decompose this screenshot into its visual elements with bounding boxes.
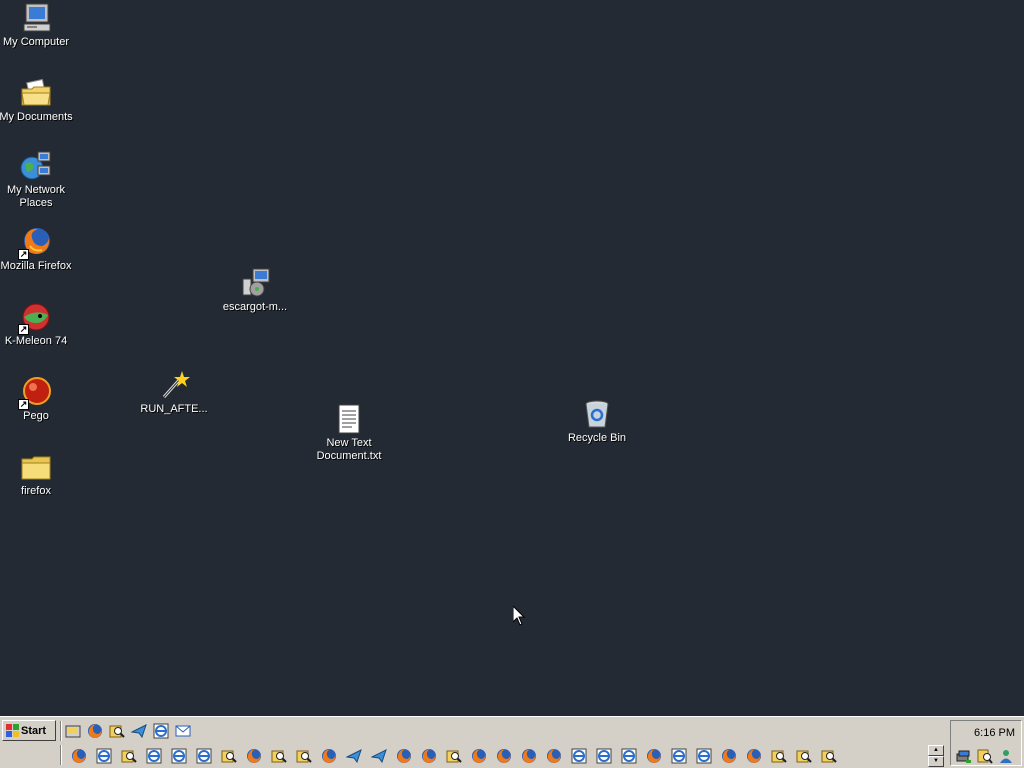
task-button-firefox-icon[interactable] bbox=[645, 747, 663, 765]
system-tray: 6:16 PM bbox=[950, 720, 1022, 766]
desktop-icon-my-computer[interactable]: My Computer bbox=[0, 2, 74, 49]
desktop-icon-label: Mozilla Firefox bbox=[0, 260, 72, 272]
task-button-ie-icon[interactable] bbox=[145, 747, 163, 765]
start-label: Start bbox=[21, 724, 47, 737]
desktop-icon-mozilla-firefox[interactable]: ↗ Mozilla Firefox bbox=[0, 226, 74, 273]
firefox-icon: ↗ bbox=[18, 226, 52, 260]
taskbar-separator bbox=[60, 745, 62, 765]
quick-launch-show-desktop-icon[interactable] bbox=[64, 722, 82, 740]
scroll-up-button[interactable]: ▲ bbox=[928, 745, 944, 756]
task-button-explorer-icon[interactable] bbox=[445, 747, 463, 765]
desktop[interactable]: My Computer My Documents My Network Plac… bbox=[0, 0, 1024, 716]
task-button-messenger-icon[interactable] bbox=[370, 747, 388, 765]
desktop-icon-label: Pego bbox=[23, 410, 49, 422]
shortcut-arrow-icon: ↗ bbox=[18, 399, 29, 410]
task-button-firefox-icon[interactable] bbox=[495, 747, 513, 765]
start-button[interactable]: Start bbox=[2, 720, 56, 741]
quick-launch-explorer-icon[interactable] bbox=[108, 722, 126, 740]
desktop-icon-label: firefox bbox=[21, 485, 51, 497]
task-button-firefox-icon[interactable] bbox=[470, 747, 488, 765]
desktop-icon-firefox-folder[interactable]: firefox bbox=[0, 451, 74, 498]
quick-launch-outlook-icon[interactable] bbox=[174, 722, 192, 740]
desktop-icon-escargot[interactable]: escargot-m... bbox=[217, 267, 293, 314]
computer-icon bbox=[20, 2, 52, 34]
quick-launch-messenger-icon[interactable] bbox=[130, 722, 148, 740]
tray-icons bbox=[955, 747, 1015, 765]
task-buttons bbox=[70, 745, 838, 767]
installer-icon bbox=[239, 267, 271, 299]
task-button-ie-icon[interactable] bbox=[195, 747, 213, 765]
shortcut-arrow-icon: ↗ bbox=[18, 324, 29, 335]
desktop-icon-label: Recycle Bin bbox=[567, 432, 627, 444]
scroll-down-button[interactable]: ▼ bbox=[928, 756, 944, 767]
recycle-bin-icon bbox=[581, 398, 613, 430]
folder-icon bbox=[20, 451, 52, 483]
desktop-icon-my-network-places[interactable]: My Network Places bbox=[0, 150, 74, 210]
quick-launch-ie-icon[interactable] bbox=[152, 722, 170, 740]
user-tray-icon[interactable] bbox=[997, 747, 1015, 765]
network-tray-icon[interactable] bbox=[955, 747, 973, 765]
text-file-icon bbox=[333, 403, 365, 435]
network-icon bbox=[20, 150, 52, 182]
task-button-explorer-icon[interactable] bbox=[820, 747, 838, 765]
task-button-firefox-icon[interactable] bbox=[70, 747, 88, 765]
pego-icon: ↗ bbox=[18, 376, 52, 410]
task-button-firefox-icon[interactable] bbox=[745, 747, 763, 765]
magic-wand-icon bbox=[158, 369, 190, 401]
task-button-messenger-icon[interactable] bbox=[345, 747, 363, 765]
task-button-explorer-icon[interactable] bbox=[795, 747, 813, 765]
task-scroll-buttons[interactable]: ▲ ▼ bbox=[928, 745, 944, 767]
task-button-firefox-icon[interactable] bbox=[245, 747, 263, 765]
task-button-ie-icon[interactable] bbox=[620, 747, 638, 765]
desktop-icon-label: My Computer bbox=[2, 36, 70, 48]
k-meleon-icon: ↗ bbox=[18, 301, 52, 335]
desktop-icon-recycle-bin[interactable]: Recycle Bin bbox=[559, 398, 635, 445]
task-button-explorer-icon[interactable] bbox=[770, 747, 788, 765]
desktop-icon-k-meleon[interactable]: ↗ K-Meleon 74 bbox=[0, 301, 74, 348]
mouse-cursor-icon bbox=[513, 606, 525, 626]
clock[interactable]: 6:16 PM bbox=[974, 727, 1015, 739]
search-tray-icon[interactable] bbox=[976, 747, 994, 765]
desktop-icon-my-documents[interactable]: My Documents bbox=[0, 77, 74, 124]
task-button-firefox-icon[interactable] bbox=[320, 747, 338, 765]
shortcut-arrow-icon: ↗ bbox=[18, 249, 29, 260]
desktop-icon-label: New Text Document.txt bbox=[316, 437, 382, 462]
desktop-icon-label: K-Meleon 74 bbox=[4, 335, 68, 347]
desktop-icon-label: escargot-m... bbox=[222, 301, 288, 313]
task-button-firefox-icon[interactable] bbox=[520, 747, 538, 765]
task-button-firefox-icon[interactable] bbox=[420, 747, 438, 765]
task-button-ie-icon[interactable] bbox=[95, 747, 113, 765]
desktop-icon-label: My Documents bbox=[0, 111, 73, 123]
task-button-ie-icon[interactable] bbox=[670, 747, 688, 765]
documents-folder-icon bbox=[20, 77, 52, 109]
task-button-ie-icon[interactable] bbox=[570, 747, 588, 765]
quick-launch-firefox-icon[interactable] bbox=[86, 722, 104, 740]
windows-logo-icon bbox=[6, 724, 19, 737]
quick-launch-bar bbox=[64, 720, 192, 742]
task-button-firefox-icon[interactable] bbox=[395, 747, 413, 765]
task-button-ie-icon[interactable] bbox=[170, 747, 188, 765]
desktop-icon-new-text-document[interactable]: New Text Document.txt bbox=[311, 403, 387, 463]
task-button-firefox-icon[interactable] bbox=[720, 747, 738, 765]
desktop-icon-pego[interactable]: ↗ Pego bbox=[0, 376, 74, 423]
desktop-icon-run-after[interactable]: RUN_AFTE... bbox=[136, 369, 212, 416]
desktop-icon-label: My Network Places bbox=[6, 184, 66, 209]
task-button-explorer-icon[interactable] bbox=[120, 747, 138, 765]
taskbar: Start ▲ ▼ 6:16 PM bbox=[0, 716, 1024, 768]
desktop-icon-label: RUN_AFTE... bbox=[140, 403, 208, 415]
taskbar-separator bbox=[60, 721, 62, 741]
task-button-explorer-icon[interactable] bbox=[270, 747, 288, 765]
task-button-ie-icon[interactable] bbox=[695, 747, 713, 765]
task-button-explorer-icon[interactable] bbox=[295, 747, 313, 765]
task-button-firefox-icon[interactable] bbox=[545, 747, 563, 765]
task-button-explorer-icon[interactable] bbox=[220, 747, 238, 765]
task-button-ie-icon[interactable] bbox=[595, 747, 613, 765]
